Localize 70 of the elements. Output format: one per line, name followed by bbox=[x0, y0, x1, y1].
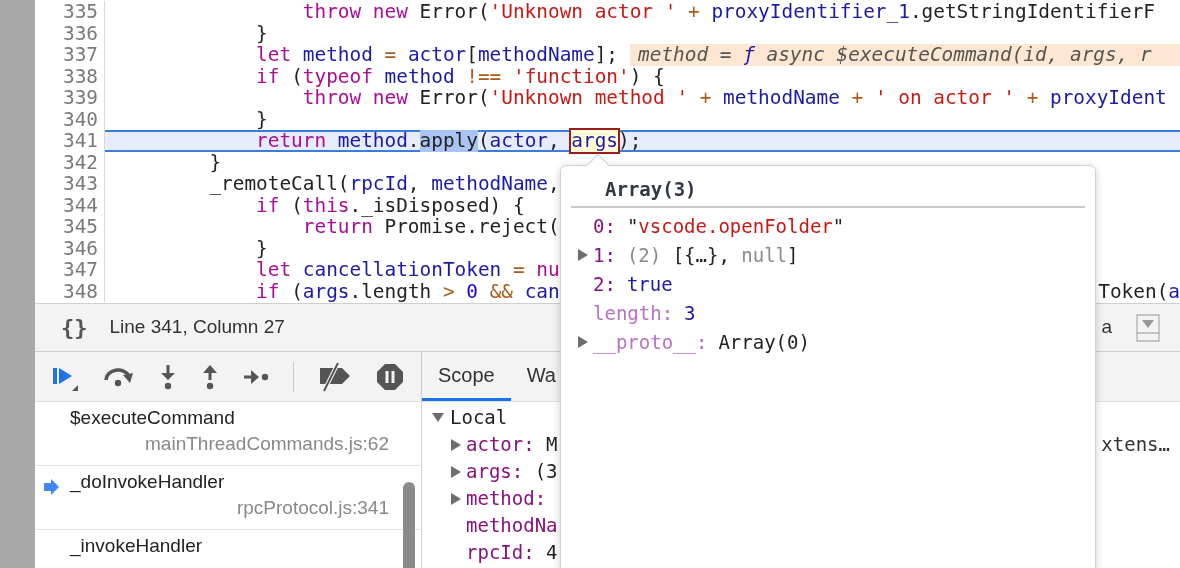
line-number[interactable]: 342 bbox=[62, 150, 98, 174]
scope-property: method: bbox=[466, 486, 547, 512]
line-number[interactable]: 343 bbox=[62, 172, 98, 195]
pretty-print-button[interactable]: {} bbox=[61, 311, 88, 344]
code-line: if (typeof method !== 'function') { bbox=[255, 65, 665, 87]
expand-arrow-icon[interactable] bbox=[577, 248, 589, 262]
code-line: } bbox=[208, 151, 222, 173]
code-line: if (this._isDisposed) { bbox=[256, 194, 525, 216]
selected-text: apply bbox=[419, 130, 478, 152]
array-entry: __proto__: Array(0) bbox=[593, 329, 810, 356]
frame-name[interactable]: _doInvokeHandler bbox=[70, 469, 225, 495]
frame-location[interactable]: rpcProtocol.js:341 bbox=[236, 495, 389, 521]
code-line: let method = actor[methodName]; bbox=[255, 44, 619, 66]
code-line: throw new Error('Unknown method ' + methodName + ' on actor ' + proxyIdent bbox=[301, 87, 1167, 109]
code-line: let cancellationToken = nu bbox=[255, 259, 560, 281]
code-line: ); bbox=[618, 130, 642, 152]
deactivate-breakpoints-icon[interactable] bbox=[318, 361, 352, 392]
expand-arrow-icon[interactable] bbox=[450, 437, 462, 452]
line-number[interactable]: 341 bbox=[62, 129, 98, 152]
frame-location[interactable]: mainThreadCommands.js:62 bbox=[145, 431, 389, 457]
expand-arrow-icon[interactable] bbox=[450, 464, 462, 479]
line-number[interactable]: 339 bbox=[62, 86, 98, 109]
panel-tab[interactable]: Scope bbox=[422, 352, 511, 401]
line-number[interactable]: 347 bbox=[62, 258, 98, 281]
dropdown-icon[interactable] bbox=[1136, 313, 1160, 342]
line-number[interactable]: 345 bbox=[62, 215, 98, 238]
scope-property: args: (3 bbox=[466, 459, 558, 485]
scope-property: methodNa bbox=[466, 513, 558, 539]
step-over-icon[interactable] bbox=[103, 365, 135, 388]
code-line: } bbox=[255, 22, 268, 44]
status-text: a bbox=[1101, 315, 1112, 340]
line-number[interactable]: 346 bbox=[62, 236, 98, 260]
step-icon[interactable] bbox=[243, 367, 269, 386]
code-line: return method. bbox=[255, 130, 420, 152]
array-entry: length: 3 bbox=[593, 300, 696, 326]
scrollbar[interactable] bbox=[403, 482, 415, 568]
expand-arrow-icon[interactable] bbox=[577, 335, 589, 349]
code-fragment: Token(a bbox=[1098, 280, 1180, 302]
line-number[interactable]: 336 bbox=[62, 21, 98, 45]
cursor-position: Line 341, Column 27 bbox=[109, 315, 285, 340]
code-line: if (args.length > 0 && can bbox=[255, 280, 560, 302]
code-line: throw new Error('Unknown actor ' + proxyIdentifier_1.getStringIdentifierF bbox=[301, 1, 1156, 23]
inline-value: method = ƒ async $executeCommand(id, args, r bbox=[630, 44, 1180, 66]
line-number[interactable]: 344 bbox=[62, 193, 98, 217]
line-number[interactable]: 335 bbox=[62, 0, 98, 23]
scope-property: actor: M bbox=[466, 432, 558, 458]
line-number[interactable]: 338 bbox=[62, 64, 98, 88]
scope-property: rpcId: 4 bbox=[466, 540, 558, 566]
popover-title: Array(3) bbox=[605, 177, 697, 202]
code-line: } bbox=[255, 108, 268, 130]
collapse-arrow-icon[interactable] bbox=[432, 410, 444, 424]
line-number[interactable]: 340 bbox=[62, 107, 98, 131]
hovered-variable: args bbox=[571, 130, 619, 152]
array-entry: 1: (2) [{…}, null] bbox=[593, 242, 799, 268]
code-line: (actor, bbox=[477, 130, 561, 152]
array-entry: 0: "vscode.openFolder" bbox=[593, 213, 845, 239]
step-into-icon[interactable] bbox=[159, 363, 177, 390]
code-line: } bbox=[255, 237, 268, 259]
code-line: return Promise.reject( bbox=[301, 216, 560, 238]
array-entry: 2: true bbox=[593, 271, 673, 297]
expand-arrow-icon[interactable] bbox=[450, 491, 462, 506]
code-line: _remoteCall(rpcId, methodName, bbox=[208, 173, 560, 195]
frame-name[interactable]: $executeCommand bbox=[70, 405, 235, 431]
line-number[interactable]: 348 bbox=[62, 279, 98, 303]
step-out-icon[interactable] bbox=[201, 363, 219, 390]
pause-on-exceptions-icon[interactable] bbox=[376, 362, 404, 391]
scope-value: xtens… bbox=[1101, 432, 1170, 458]
frame-name[interactable]: _invokeHandler bbox=[70, 533, 203, 559]
line-number[interactable]: 337 bbox=[62, 43, 98, 66]
scope-heading[interactable]: Local bbox=[450, 402, 508, 432]
